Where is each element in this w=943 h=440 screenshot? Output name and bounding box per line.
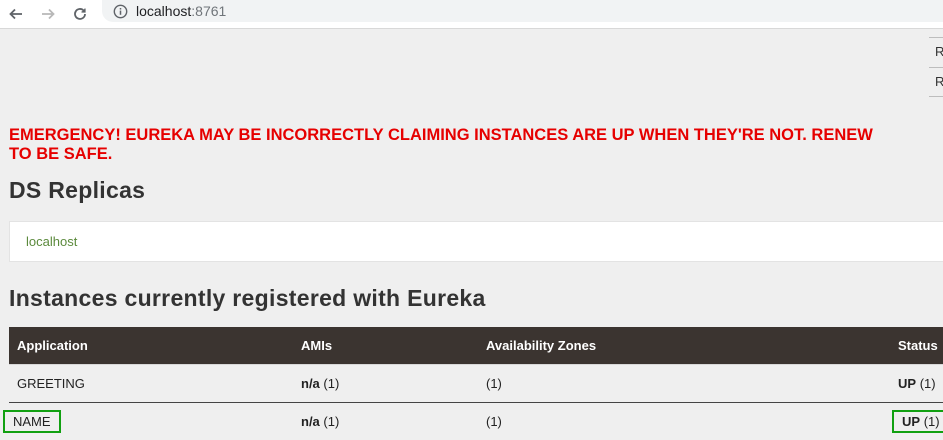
cell-amis: n/a (1) [301, 365, 486, 403]
url-host: localhost [136, 3, 191, 19]
nav-fragment-text: R [935, 44, 943, 59]
instances-table: Application AMIs Availability Zones Stat… [9, 327, 943, 440]
nav-link-fragment[interactable]: R [929, 67, 943, 97]
url-text: localhost:8761 [136, 3, 226, 19]
ds-replicas-heading: DS Replicas [9, 177, 145, 204]
instances-heading: Instances currently registered with Eure… [9, 285, 486, 312]
cell-application: GREETING [9, 365, 301, 403]
table-row: GREETING n/a (1) (1) UP (1) [9, 365, 943, 403]
highlighted-app-name: NAME [5, 412, 59, 431]
cell-status: UP (1) [898, 365, 943, 403]
info-icon[interactable] [112, 3, 128, 19]
reload-icon[interactable] [68, 2, 92, 26]
ds-replicas-list: localhost [9, 221, 943, 262]
cell-status: UP (1) [898, 403, 943, 440]
column-header-zones: Availability Zones [486, 327, 898, 365]
browser-toolbar: localhost:8761 [0, 0, 943, 29]
nav-link-fragment[interactable]: R [929, 37, 943, 67]
emergency-line-2: TO BE SAFE. [9, 145, 943, 164]
cell-amis: n/a (1) [301, 403, 486, 440]
url-port: :8761 [191, 3, 226, 19]
column-header-application: Application [9, 327, 301, 365]
column-header-amis: AMIs [301, 327, 486, 365]
cell-zones: (1) [486, 365, 898, 403]
emergency-line-1: EMERGENCY! EUREKA MAY BE INCORRECTLY CLA… [9, 126, 943, 145]
cell-application: NAME [9, 403, 301, 440]
nav-fragment-text: R [935, 74, 943, 89]
column-header-status: Status [898, 327, 943, 365]
address-bar[interactable]: localhost:8761 [102, 0, 943, 22]
back-icon[interactable] [4, 2, 28, 26]
replica-link-localhost[interactable]: localhost [26, 234, 77, 249]
forward-icon[interactable] [36, 2, 60, 26]
cell-zones: (1) [486, 403, 898, 440]
emergency-warning: EMERGENCY! EUREKA MAY BE INCORRECTLY CLA… [9, 126, 943, 164]
highlighted-status: UP (1) [894, 412, 943, 431]
table-header-row: Application AMIs Availability Zones Stat… [9, 327, 943, 365]
table-row: NAME n/a (1) (1) UP (1) [9, 403, 943, 440]
